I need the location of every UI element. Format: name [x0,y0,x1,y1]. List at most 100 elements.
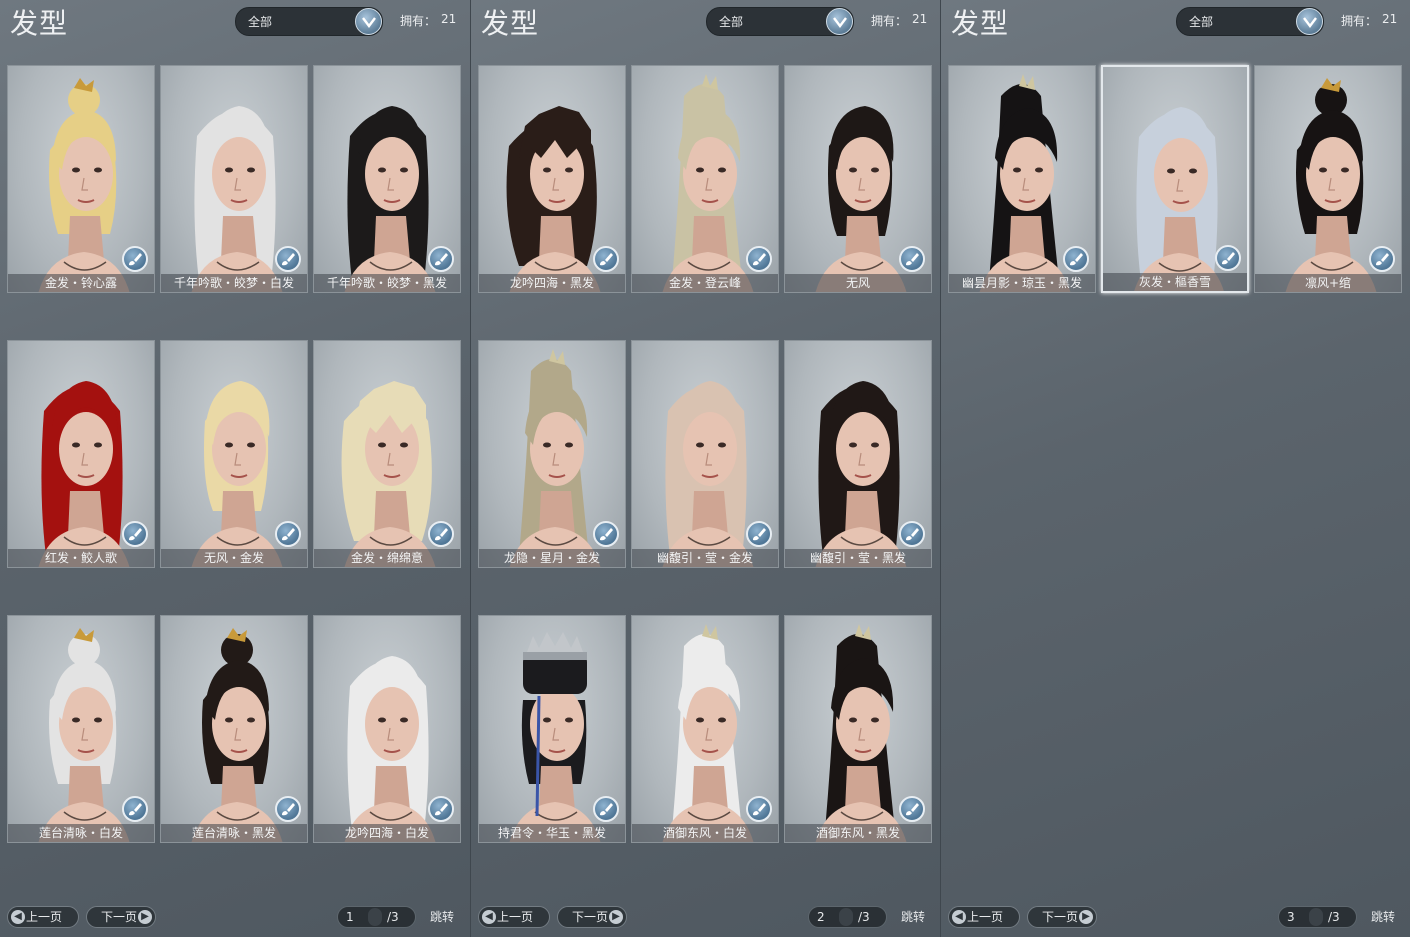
next-page-label: 下一页 [572,910,609,924]
panel-title: 发型 [481,7,540,40]
panel-title: 发型 [951,7,1010,40]
hairstyle-panel-page-1: 发型 全部 拥有： 21 金发・铃心露 千年吟歌・皎梦・白发 千年吟歌・皎梦・黑… [0,0,470,937]
dye-brush-icon[interactable] [122,796,148,822]
chevron-right-icon: ▶ [1079,910,1093,924]
dye-brush-icon[interactable] [593,796,619,822]
hairstyle-card[interactable]: 龙吟四海・黑发 [478,65,626,293]
hairstyle-name: 莲台清咏・白发 [8,824,154,842]
dye-brush-icon[interactable] [593,521,619,547]
hairstyle-card[interactable]: 无风・金发 [160,340,308,568]
dye-brush-icon[interactable] [899,521,925,547]
current-page: 1 [346,910,354,924]
prev-page-button[interactable]: ◀ 上一页 [948,906,1020,928]
prev-page-button[interactable]: ◀ 上一页 [478,906,550,928]
hairstyle-card[interactable]: 金发・登云峰 [631,65,779,293]
dye-brush-icon[interactable] [428,521,454,547]
dye-brush-icon[interactable] [275,521,301,547]
hairstyle-card[interactable]: 金发・铃心露 [7,65,155,293]
hairstyle-card[interactable]: 幽馥引・莹・黑发 [784,340,932,568]
jump-button[interactable]: 跳转 [901,906,941,928]
owned-label: 拥有： [871,14,908,28]
hairstyle-name: 凛风+绾 [1255,274,1401,292]
dye-brush-icon[interactable] [122,521,148,547]
hairstyle-card[interactable]: 金发・绵绵意 [313,340,461,568]
chevron-left-icon: ◀ [11,910,25,924]
dye-brush-icon[interactable] [746,521,772,547]
chevron-down-icon[interactable] [355,8,382,35]
hairstyle-name: 持君令・华玉・黑发 [479,824,625,842]
hairstyle-card[interactable]: 无风 [784,65,932,293]
dye-brush-icon[interactable] [428,246,454,272]
prev-page-label: 上一页 [497,910,534,924]
filter-selected-label: 全部 [248,15,273,29]
hairstyle-card[interactable]: 千年吟歌・皎梦・黑发 [313,65,461,293]
hairstyle-card[interactable]: 红发・鲛人歌 [7,340,155,568]
dye-brush-icon[interactable] [593,246,619,272]
hairstyle-name: 幽昙月影・琼玉・黑发 [949,274,1095,292]
hairstyle-card[interactable]: 莲台清咏・黑发 [160,615,308,843]
dye-brush-icon[interactable] [1063,246,1089,272]
next-page-label: 下一页 [101,910,138,924]
hairstyle-name: 酒御东风・黑发 [785,824,931,842]
page-number-input[interactable]: 3 /3 [1278,906,1357,928]
hairstyle-panel-page-3: 发型 全部 拥有： 21 幽昙月影・琼玉・黑发 灰发・樞香雪 凛风+绾 ◀ 上一… [940,0,1410,937]
prev-page-label: 上一页 [26,910,63,924]
dye-brush-icon[interactable] [746,796,772,822]
owned-label: 拥有： [400,14,437,28]
dye-brush-icon[interactable] [428,796,454,822]
dye-brush-icon[interactable] [899,246,925,272]
page-input-divider [368,908,382,926]
dye-brush-icon[interactable] [1215,245,1241,271]
chevron-left-icon: ◀ [952,910,966,924]
dye-brush-icon[interactable] [1369,246,1395,272]
page-number-input[interactable]: 1 /3 [337,906,416,928]
dye-brush-icon[interactable] [899,796,925,822]
hairstyle-card[interactable]: 持君令・华玉・黑发 [478,615,626,843]
hairstyle-card[interactable]: 酒御东风・黑发 [784,615,932,843]
hairstyle-name: 金发・绵绵意 [314,549,460,567]
hairstyle-card[interactable]: 灰发・樞香雪 [1101,65,1249,293]
owned-count: 21 [1382,12,1398,26]
current-page: 2 [817,910,825,924]
next-page-label: 下一页 [1042,910,1079,924]
hairstyle-card[interactable]: 莲台清咏・白发 [7,615,155,843]
next-page-button[interactable]: 下一页 ▶ [1027,906,1097,928]
hairstyle-card[interactable]: 幽昙月影・琼玉・黑发 [948,65,1096,293]
chevron-left-icon: ◀ [482,910,496,924]
hairstyle-card[interactable]: 酒御东风・白发 [631,615,779,843]
jump-button[interactable]: 跳转 [1371,906,1410,928]
next-page-button[interactable]: 下一页 ▶ [86,906,156,928]
page-input-divider [839,908,853,926]
category-filter-dropdown[interactable]: 全部 [706,7,854,36]
dye-brush-icon[interactable] [275,796,301,822]
hairstyle-name: 无风 [785,274,931,292]
chevron-down-icon[interactable] [1296,8,1323,35]
hairstyle-card[interactable]: 龙吟四海・白发 [313,615,461,843]
next-page-button[interactable]: 下一页 ▶ [557,906,627,928]
hairstyle-card[interactable]: 凛风+绾 [1254,65,1402,293]
prev-page-label: 上一页 [967,910,1004,924]
hairstyle-name: 千年吟歌・皎梦・黑发 [314,274,460,292]
hairstyle-card[interactable]: 龙隐・星月・金发 [478,340,626,568]
hairstyle-card[interactable]: 幽馥引・莹・金发 [631,340,779,568]
chevron-right-icon: ▶ [609,910,623,924]
total-pages: /3 [1328,910,1340,924]
dye-brush-icon[interactable] [746,246,772,272]
page-number-input[interactable]: 2 /3 [808,906,887,928]
hairstyle-name: 红发・鲛人歌 [8,549,154,567]
hairstyle-name: 龙吟四海・白发 [314,824,460,842]
category-filter-dropdown[interactable]: 全部 [1176,7,1324,36]
category-filter-dropdown[interactable]: 全部 [235,7,383,36]
prev-page-button[interactable]: ◀ 上一页 [7,906,79,928]
filter-selected-label: 全部 [1189,15,1214,29]
owned-label: 拥有： [1341,14,1378,28]
chevron-down-icon[interactable] [826,8,853,35]
current-page: 3 [1287,910,1295,924]
total-pages: /3 [387,910,399,924]
hairstyle-card[interactable]: 千年吟歌・皎梦・白发 [160,65,308,293]
owned-count: 21 [441,12,457,26]
dye-brush-icon[interactable] [122,246,148,272]
jump-button[interactable]: 跳转 [430,906,470,928]
dye-brush-icon[interactable] [275,246,301,272]
chevron-right-icon: ▶ [138,910,152,924]
